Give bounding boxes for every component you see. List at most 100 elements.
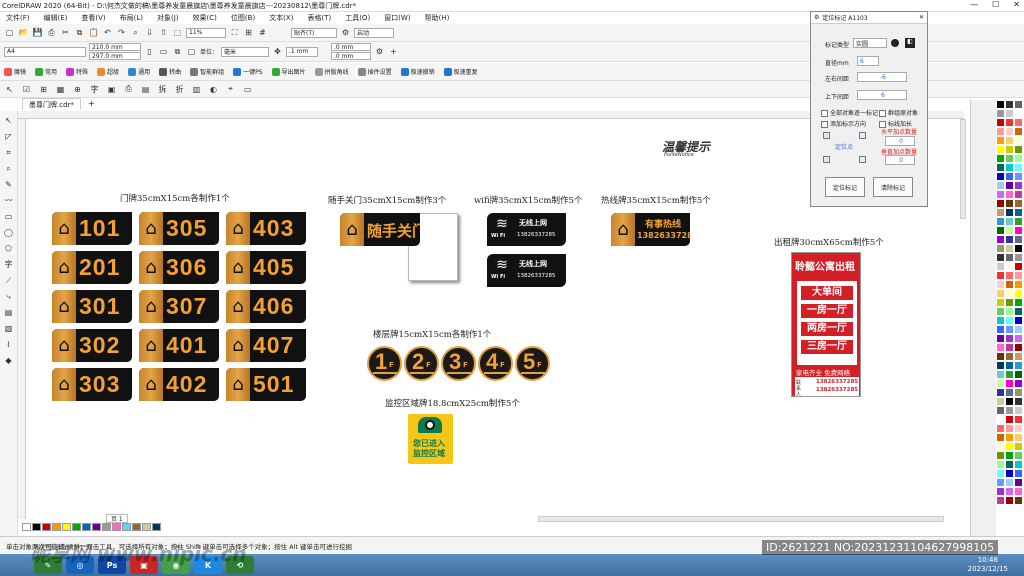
scan-icon[interactable]: ⌖ (225, 84, 236, 95)
palette-swatch[interactable] (1014, 406, 1023, 415)
palette-swatch[interactable] (1005, 442, 1014, 451)
palette-swatch[interactable] (996, 424, 1005, 433)
menu-layout[interactable]: 布局(L) (120, 13, 143, 23)
palette-swatch[interactable] (1005, 298, 1014, 307)
image-icon[interactable]: ▣ (106, 84, 117, 95)
palette-swatch[interactable] (996, 226, 1005, 235)
palette-swatch[interactable] (996, 235, 1005, 244)
search-icon[interactable]: ⌕ (130, 27, 141, 38)
palette-swatch[interactable] (1005, 262, 1014, 271)
palette-swatch[interactable] (1014, 235, 1023, 244)
palette-swatch[interactable] (996, 145, 1005, 154)
palette-swatch[interactable] (1014, 433, 1023, 442)
palette-swatch[interactable] (996, 136, 1005, 145)
palette-swatch[interactable] (1005, 136, 1014, 145)
palette-swatch[interactable] (1005, 343, 1014, 352)
palette-swatch[interactable] (1005, 496, 1014, 505)
palette-swatch[interactable] (1005, 172, 1014, 181)
palette-swatch[interactable] (996, 370, 1005, 379)
palette-swatch[interactable] (1014, 199, 1023, 208)
plugin-general[interactable]: 通用 (128, 67, 150, 76)
palette-swatch[interactable] (1014, 379, 1023, 388)
palette-swatch[interactable] (996, 415, 1005, 424)
fold-icon[interactable]: 折 (174, 84, 185, 95)
palette-swatch[interactable] (1005, 379, 1014, 388)
palette-swatch[interactable] (1014, 460, 1023, 469)
crop-tool-icon[interactable]: ⌗ (3, 147, 14, 158)
snap-dropdown[interactable]: 贴齐(T) (291, 27, 337, 38)
palette-swatch[interactable] (1014, 271, 1023, 280)
plugin-imposition[interactable]: 拼版角线 (314, 67, 349, 76)
palette-swatch[interactable] (1005, 451, 1014, 460)
text-tool-icon[interactable]: 字 (3, 259, 14, 270)
vertical-scrollbar[interactable] (960, 119, 966, 219)
paste-icon[interactable]: 📋 (88, 27, 99, 38)
plugin-export-image[interactable]: 导出图片 (271, 67, 306, 76)
save-icon[interactable]: 💾 (32, 27, 43, 38)
palette-swatch[interactable] (1005, 163, 1014, 172)
close-icon[interactable]: ✕ (919, 14, 924, 21)
plugin-common[interactable]: 常用 (35, 67, 57, 76)
minimize-icon[interactable]: — (970, 0, 978, 9)
palette-swatch[interactable] (1014, 109, 1023, 118)
palette-swatch[interactable] (1014, 181, 1023, 190)
anchor-top-right[interactable] (859, 132, 866, 139)
menu-tools[interactable]: 工具(O) (345, 13, 370, 23)
import-icon[interactable]: ⇩ (144, 27, 155, 38)
position-mark-button[interactable]: 定位标记 (825, 177, 865, 197)
palette-swatch[interactable] (1014, 325, 1023, 334)
document-swatch[interactable] (122, 523, 131, 531)
document-tab[interactable]: 墨尊门牌.cdr* (22, 98, 81, 110)
palette-swatch[interactable] (996, 109, 1005, 118)
docker-tabs-panel[interactable] (970, 100, 996, 536)
document-swatch[interactable] (112, 523, 121, 531)
floor-plate[interactable]: 2F (404, 346, 439, 381)
palette-swatch[interactable] (1014, 424, 1023, 433)
palette-swatch[interactable] (1014, 262, 1023, 271)
palette-swatch[interactable] (996, 487, 1005, 496)
anchor-top-left[interactable] (823, 132, 830, 139)
palette-swatch[interactable] (1005, 154, 1014, 163)
palette-swatch[interactable] (1005, 388, 1014, 397)
grid-icon[interactable]: # (257, 27, 268, 38)
palette-swatch[interactable] (1005, 307, 1014, 316)
palette-swatch[interactable] (1014, 397, 1023, 406)
new-icon[interactable]: ▢ (4, 27, 15, 38)
copy-icon[interactable]: ⧉ (74, 27, 85, 38)
palette-swatch[interactable] (996, 325, 1005, 334)
palette-swatch[interactable] (996, 100, 1005, 109)
palette-swatch[interactable] (1014, 352, 1023, 361)
parallel-tool-icon[interactable]: ⟋ (3, 275, 14, 286)
vertical-ruler[interactable] (18, 119, 26, 519)
document-palette[interactable] (22, 522, 172, 532)
palette-swatch[interactable] (1014, 163, 1023, 172)
cut-icon[interactable]: ✂ (60, 27, 71, 38)
door-plate[interactable]: ⌂ 407 (226, 329, 306, 362)
maximize-icon[interactable]: ☐ (992, 0, 999, 9)
shadow-tool-icon[interactable]: ▤ (3, 307, 14, 318)
palette-swatch[interactable] (1014, 370, 1023, 379)
door-plate[interactable]: ⌂ 405 (226, 251, 306, 284)
palette-swatch[interactable] (1014, 451, 1023, 460)
palette-swatch[interactable] (1005, 478, 1014, 487)
palette-swatch[interactable] (996, 406, 1005, 415)
menu-table[interactable]: 表格(T) (307, 13, 331, 23)
layout-icon[interactable]: ▦ (55, 84, 66, 95)
palette-swatch[interactable] (1005, 244, 1014, 253)
floor-plate[interactable]: 4F (478, 346, 513, 381)
palette-swatch[interactable] (1014, 361, 1023, 370)
toilet-sign[interactable]: ⌂ 随手关门 (340, 213, 420, 246)
anchor-bottom-right[interactable] (859, 156, 866, 163)
palette-swatch[interactable] (1014, 307, 1023, 316)
palette-swatch[interactable] (996, 199, 1005, 208)
plugin-mirror[interactable]: 魔镜 (4, 67, 26, 76)
pdf-icon[interactable]: ⬚ (172, 27, 183, 38)
door-plate[interactable]: ⌂ 501 (226, 368, 306, 401)
palette-swatch[interactable] (1005, 181, 1014, 190)
palette-swatch[interactable] (996, 181, 1005, 190)
fullscreen-icon[interactable]: ⛶ (229, 27, 240, 38)
plugin-smart-group[interactable]: 智能群组 (190, 67, 224, 76)
palette-swatch[interactable] (996, 262, 1005, 271)
document-swatch[interactable] (32, 523, 41, 531)
palette-swatch[interactable] (996, 298, 1005, 307)
